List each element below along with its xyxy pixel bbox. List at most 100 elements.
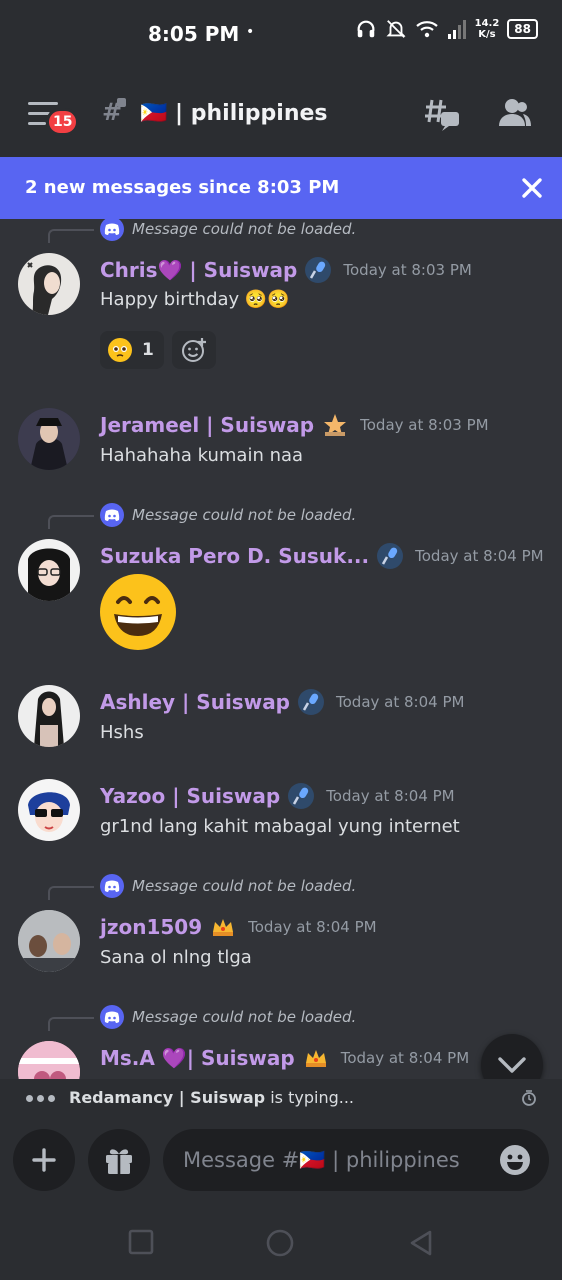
- reply-connector: [48, 1017, 94, 1031]
- status-time: 8:05 PM: [148, 22, 240, 46]
- channel-header: 15 # 🇵🇭 | philippines: [0, 70, 562, 157]
- message-text: Hahahaha kumain naa: [100, 445, 304, 466]
- avatar[interactable]: [18, 253, 80, 315]
- typing-dots-icon: [26, 1095, 55, 1102]
- threads-icon[interactable]: [424, 98, 460, 132]
- microphone-badge-icon: [298, 689, 324, 715]
- username[interactable]: Ms.A 💜| Suiswap: [100, 1046, 295, 1070]
- speed-unit: K/s: [478, 29, 496, 40]
- reply-connector: [48, 886, 94, 900]
- system-nav-bar: [0, 1205, 562, 1280]
- new-messages-banner[interactable]: 2 new messages since 8:03 PM: [0, 157, 562, 219]
- crown-badge-icon: [303, 1045, 329, 1071]
- username[interactable]: Chris💜 | Suiswap: [100, 258, 297, 282]
- username[interactable]: Suzuka Pero D. Susuk...: [100, 544, 369, 568]
- back-nav-icon[interactable]: [408, 1229, 434, 1257]
- message-header: Ashley | Suiswap Today at 8:04 PM: [100, 689, 464, 715]
- star-badge-icon: [322, 412, 348, 438]
- timestamp: Today at 8:03 PM: [343, 261, 472, 279]
- grinning-face-icon: [100, 574, 176, 650]
- reply-text: Message could not be loaded.: [132, 506, 357, 524]
- message-header: Yazoo | Suiswap Today at 8:04 PM: [100, 783, 455, 809]
- username[interactable]: Yazoo | Suiswap: [100, 784, 280, 808]
- typing-user: Redamancy | Suiswap: [69, 1088, 266, 1107]
- timestamp: Today at 8:04 PM: [248, 918, 377, 936]
- timestamp: Today at 8:04 PM: [415, 547, 544, 565]
- gift-icon: [106, 1149, 132, 1174]
- username[interactable]: Ashley | Suiswap: [100, 690, 290, 714]
- reply-text: Message could not be loaded.: [132, 877, 357, 895]
- message-input[interactable]: [183, 1129, 493, 1191]
- members-icon[interactable]: [498, 98, 532, 128]
- message-header: Jerameel | Suiswap Today at 8:03 PM: [100, 412, 489, 438]
- attach-button[interactable]: [13, 1129, 75, 1191]
- add-reaction-button[interactable]: [172, 331, 216, 369]
- timestamp: Today at 8:04 PM: [336, 693, 465, 711]
- reaction-count: 1: [142, 340, 154, 360]
- message-input-container: [163, 1129, 549, 1191]
- status-bar: 8:05 PM • 14.2 K/s 88: [0, 0, 562, 70]
- reply-text: Message could not be loaded.: [132, 220, 357, 238]
- mute-bell-icon: [386, 20, 406, 38]
- circle-nav-icon[interactable]: [266, 1229, 294, 1257]
- gift-button[interactable]: [88, 1129, 150, 1191]
- message-header: jzon1509 Today at 8:04 PM: [100, 914, 377, 940]
- avatar[interactable]: [18, 1041, 80, 1079]
- reply-preview[interactable]: Message could not be loaded.: [100, 219, 356, 241]
- message-text: Sana ol nlng tlga: [100, 947, 252, 968]
- microphone-badge-icon: [305, 257, 332, 283]
- composer: [0, 1117, 562, 1205]
- crown-badge-icon: [210, 914, 236, 940]
- notification-badge: 15: [46, 108, 80, 136]
- typing-indicator: Redamancy | Suiswap is typing...: [0, 1079, 562, 1117]
- message-text: gr1nd lang kahit mabagal yung internet: [100, 816, 460, 837]
- message-list[interactable]: Message could not be loaded. Chris💜 | Su…: [0, 219, 562, 1079]
- discord-logo-icon: [100, 503, 124, 527]
- message-header: Ms.A 💜| Suiswap Today at 8:04 PM: [100, 1045, 469, 1071]
- timestamp: Today at 8:03 PM: [360, 416, 489, 434]
- speed-value: 14.2: [474, 18, 500, 29]
- headphones-icon: [357, 20, 375, 38]
- reply-connector: [48, 229, 94, 243]
- reply-preview[interactable]: Message could not be loaded.: [100, 503, 356, 527]
- timestamp: Today at 8:04 PM: [340, 1049, 470, 1067]
- username[interactable]: jzon1509: [100, 915, 202, 939]
- avatar[interactable]: [18, 779, 80, 841]
- avatar[interactable]: [18, 539, 80, 601]
- discord-logo-icon: [100, 1005, 124, 1029]
- battery-indicator: 88: [507, 19, 538, 39]
- message-text: Happy birthday 🥺🥺: [100, 289, 290, 310]
- pleading-face-icon: [108, 338, 132, 362]
- typing-text: Redamancy | Suiswap is typing...: [69, 1088, 354, 1107]
- close-icon[interactable]: [520, 173, 544, 203]
- lock-icon: [117, 98, 126, 107]
- signal-icon: [447, 20, 466, 39]
- message-header: Suzuka Pero D. Susuk... Today at 8:04 PM: [100, 543, 544, 569]
- emoji-icon[interactable]: [499, 1144, 531, 1176]
- timestamp: Today at 8:04 PM: [326, 787, 455, 805]
- new-messages-text: 2 new messages since 8:03 PM: [25, 177, 340, 198]
- message-header: Chris💜 | Suiswap Today at 8:03 PM: [100, 257, 472, 283]
- discord-logo-icon: [100, 219, 124, 241]
- avatar[interactable]: [18, 408, 80, 470]
- wifi-icon: [415, 21, 438, 38]
- message-text: Hshs: [100, 722, 144, 743]
- avatar[interactable]: [18, 910, 80, 972]
- status-icons: 14.2 K/s 88: [355, 18, 538, 40]
- discord-logo-icon: [100, 874, 124, 898]
- reply-preview[interactable]: Message could not be loaded.: [100, 1005, 356, 1029]
- channel-title[interactable]: 🇵🇭 | philippines: [140, 101, 328, 126]
- avatar[interactable]: [18, 685, 80, 747]
- reply-connector: [48, 515, 94, 529]
- network-speed: 14.2 K/s: [475, 18, 500, 40]
- status-dot: •: [246, 24, 255, 40]
- reply-text: Message could not be loaded.: [132, 1008, 357, 1026]
- reaction-pleading[interactable]: 1: [100, 331, 164, 369]
- plus-icon: [32, 1148, 56, 1172]
- add-emoji-icon: [182, 338, 206, 362]
- square-nav-icon[interactable]: [128, 1229, 154, 1255]
- microphone-badge-icon: [377, 543, 404, 569]
- reply-preview[interactable]: Message could not be loaded.: [100, 874, 356, 898]
- username[interactable]: Jerameel | Suiswap: [100, 413, 314, 437]
- chevron-down-icon: [498, 1057, 526, 1073]
